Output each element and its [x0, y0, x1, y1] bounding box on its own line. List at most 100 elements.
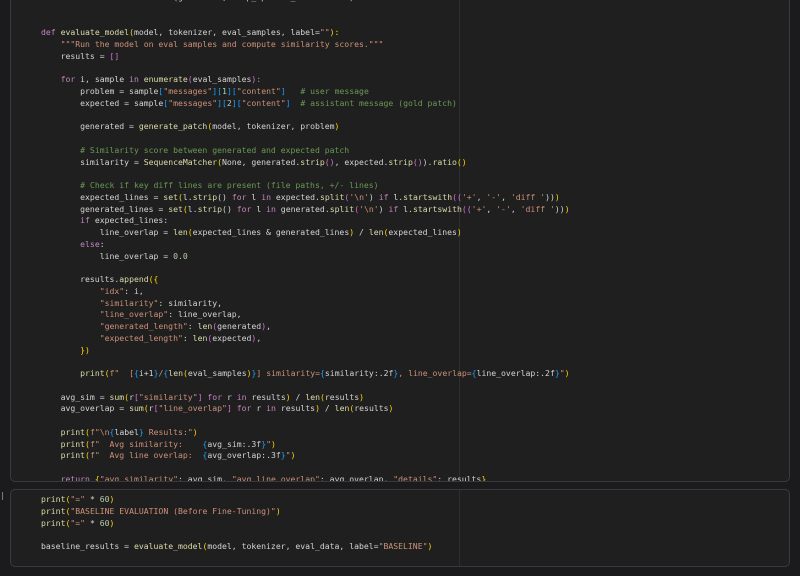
- code-token: SequenceMatcher: [143, 156, 218, 167]
- code-token: '-': [496, 203, 511, 214]
- code-token: :: [187, 321, 198, 331]
- code-line: avg_overlap = sum(r["line_overlap"] for …: [41, 403, 570, 415]
- code-line: print("BASELINE EVALUATION (Before Fine-…: [41, 506, 432, 518]
- code-line: "expected_length": len(expected),: [41, 333, 570, 345]
- code-token: for: [207, 391, 227, 402]
- code-editor[interactable]: result = tokenizer.decode(generated, ski…: [41, 0, 570, 482]
- code-token: "=": [70, 517, 86, 528]
- code-line: generated_lines = set(l.strip() for l in…: [41, 203, 569, 216]
- code-editor[interactable]: print("=" * 60) print("BASELINE EVALUATIO…: [41, 494, 432, 553]
- code-token: split: [329, 203, 355, 214]
- code-token: avg_overlap =: [41, 403, 130, 414]
- code-token: print: [60, 450, 86, 461]
- code-token: )): [554, 203, 565, 214]
- code-token: ratio: [432, 156, 457, 167]
- code-token: )): [545, 191, 555, 202]
- code-token: if: [388, 203, 404, 214]
- code-token: strip: [300, 156, 325, 167]
- code-token: "BASELINE EVALUATION (Before Fine-Tuning…: [70, 505, 276, 516]
- code-token: strip: [388, 156, 413, 167]
- code-token: expected.: [275, 191, 320, 202]
- code-token: '+': [471, 203, 487, 214]
- code-token: ): [334, 121, 340, 132]
- code-token: ): [388, 403, 394, 414]
- code-line: else:: [41, 239, 570, 251]
- code-token: enumerate: [143, 74, 188, 85]
- code-token: "details": [393, 473, 438, 482]
- code-token: *: [85, 517, 100, 528]
- code-token: strip: [197, 203, 223, 214]
- code-token: l: [256, 203, 267, 214]
- code-line: print("=" * 60): [41, 518, 432, 530]
- code-token: results =: [41, 50, 110, 61]
- code-token: ][: [231, 97, 242, 108]
- code-token: i+1: [138, 368, 154, 378]
- code-token: "line_overlap": [99, 309, 169, 320]
- text-cursor: [2, 492, 3, 500]
- code-token: avg_sim:.3f: [207, 438, 262, 449]
- code-token: "generated_length": [99, 321, 188, 331]
- code-token: "expected_length": [99, 332, 183, 343]
- code-token: : i,: [124, 285, 144, 296]
- code-token: in: [266, 403, 281, 414]
- code-token: f" Avg similarity:: [89, 438, 203, 449]
- code-line: "line_overlap": line_overlap,: [41, 309, 570, 321]
- code-token: similarity:.2f: [324, 368, 394, 378]
- code-token: sum: [109, 391, 125, 402]
- code-token: results: [280, 403, 316, 414]
- code-token: /: [354, 227, 369, 237]
- code-line: baseline_results = evaluate_model(model,…: [41, 541, 432, 553]
- code-token: f"\n: [89, 426, 110, 437]
- code-line: similarity = SequenceMatcher(None, gener…: [41, 157, 570, 169]
- code-token: print: [80, 368, 105, 378]
- code-token: in: [129, 74, 144, 85]
- code-token: l.: [403, 203, 413, 214]
- code-cell-baseline-evaluation[interactable]: print("=" * 60) print("BASELINE EVALUATIO…: [10, 489, 790, 567]
- code-token: in: [261, 191, 276, 202]
- code-token: }: [481, 473, 487, 482]
- code-token: ): [192, 426, 198, 437]
- code-cell-evaluate-model[interactable]: result = tokenizer.decode(generated, ski…: [10, 0, 790, 482]
- code-token: *: [85, 494, 100, 504]
- code-token: "messages": [168, 97, 218, 108]
- code-token: evaluate_model: [60, 27, 130, 38]
- code-token: line_overlap =: [41, 250, 174, 261]
- code-token: ):: [251, 74, 262, 85]
- code-token: len: [334, 403, 350, 414]
- code-line: line_overlap = len(expected_lines & gene…: [41, 227, 570, 239]
- code-token: avg_sim =: [41, 391, 110, 402]
- code-token: expected_lines:: [94, 215, 169, 226]
- code-token: label: [114, 426, 139, 437]
- code-line: if expected_lines:: [41, 215, 570, 227]
- code-token: , expected.: [334, 156, 389, 167]
- code-token: results.: [41, 274, 120, 284]
- code-token: ({: [148, 274, 159, 284]
- code-token: expected_lines & generated_lines: [192, 227, 350, 237]
- code-token: "BASELINE": [378, 541, 428, 551]
- code-token: set: [163, 191, 178, 202]
- code-token: def: [41, 27, 61, 38]
- code-token: ): [359, 391, 365, 402]
- code-token: "idx": [99, 285, 125, 296]
- code-token: r: [226, 391, 237, 402]
- code-token: (): [217, 191, 232, 202]
- code-token: ): [109, 517, 115, 528]
- code-token: generate_patch: [138, 121, 208, 132]
- code-line: }): [41, 345, 570, 357]
- code-token: '\n': [359, 203, 379, 214]
- code-line: print(f"\n{label} Results:"): [41, 427, 570, 439]
- code-token: ,: [256, 332, 262, 343]
- code-token: result = tokenizer.decode(generated, ski…: [41, 0, 354, 2]
